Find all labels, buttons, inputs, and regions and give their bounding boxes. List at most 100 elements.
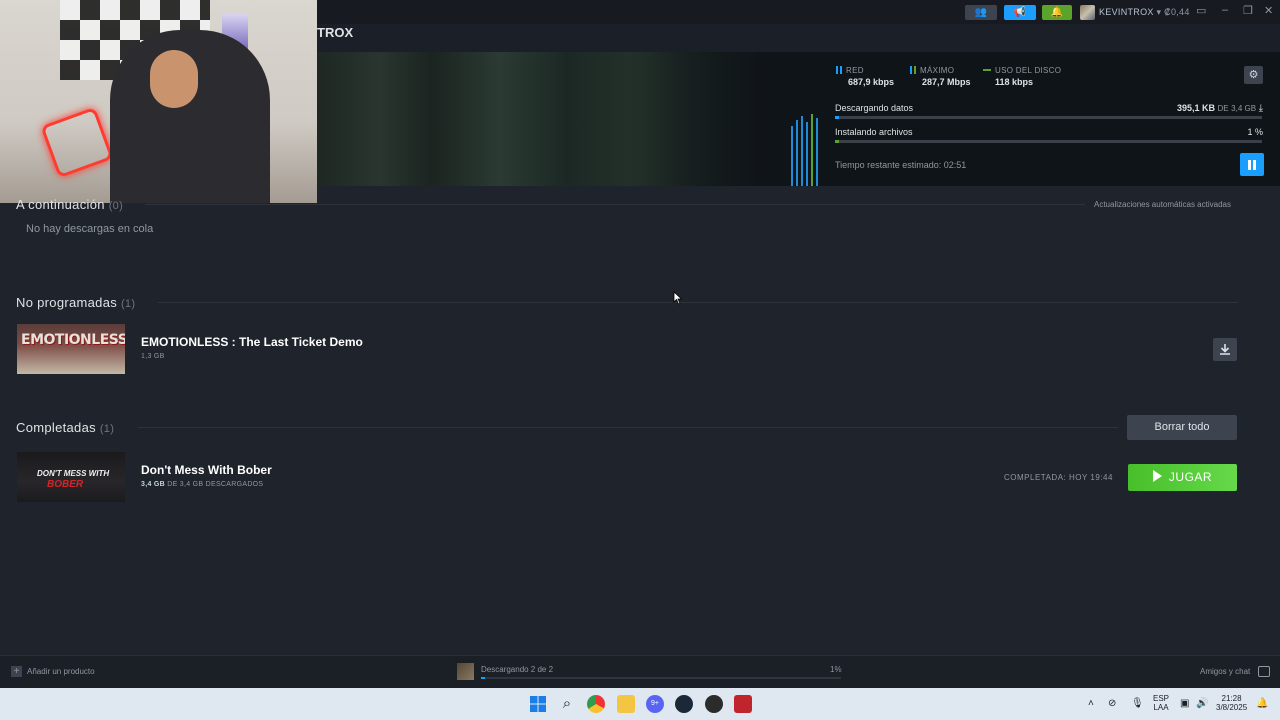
friends-chat-link[interactable]: Amigos y chat [1200,667,1250,676]
microphone-icon[interactable]: 🎙 [1131,698,1144,709]
discord-icon[interactable]: 9+ [646,695,664,713]
thumbnail-text: EMOTIONLESS [21,332,125,348]
game-size-emotionless: 1,3 GB [141,353,165,360]
stat-network-label: RED [846,66,864,75]
download-arrow-icon: ⤓ [1258,103,1263,114]
clock[interactable]: 21:28 3/8/2025 [1216,694,1247,712]
announcements-button[interactable]: 📢 [1004,5,1036,20]
download-header [317,52,1280,186]
close-icon[interactable]: ✕ [1264,4,1273,17]
keyboard-layout: LAA [1153,703,1169,712]
size-done: 3,4 GB [141,481,165,488]
game-title-emotionless[interactable]: EMOTIONLESS : The Last Ticket Demo [141,335,363,349]
game-size-bober: 3,4 GB DE 3,4 GB DESCARGADOS [141,481,263,488]
auto-updates-text[interactable]: Actualizaciones automáticas activadas [1094,200,1231,209]
install-progress-bar [835,140,1262,143]
gear-icon: ⚙ [1248,69,1259,81]
stat-peak-value: 287,7 Mbps [922,77,971,87]
game-thumbnail-emotionless[interactable]: EMOTIONLESS [17,324,125,374]
download-button[interactable] [1213,338,1237,361]
queue-empty-text: No hay descargas en cola [26,223,154,235]
display-icon[interactable]: ▣ [1180,698,1189,709]
thumbnail-text: BOBER [47,479,84,490]
obs-icon[interactable] [705,695,723,713]
completed-title: Completadas (1) [16,420,114,435]
plus-icon[interactable]: + [11,666,22,677]
wallet-balance: ₡0,44 [1164,7,1190,17]
of-label: DE [1217,104,1229,113]
friends-activity-button[interactable]: 👥 [965,5,997,20]
app-icon[interactable] [734,695,752,713]
webcam-overlay [0,0,317,203]
network-tray-icon[interactable]: ⊘ [1108,698,1116,709]
stat-disk: USO DEL DISCO 118 kbps [983,66,1061,87]
game-title-bober[interactable]: Don't Mess With Bober [141,463,272,477]
pause-button[interactable] [1240,153,1264,176]
footer-download-status[interactable]: Descargando 2 de 2 [481,665,553,674]
stat-disk-value: 118 kbps [995,77,1034,87]
clock-time: 21:28 [1221,694,1242,703]
language-code: ESP [1153,694,1170,703]
install-percent: 1 % [1247,127,1263,137]
chat-icon[interactable] [1258,666,1270,677]
windows-taskbar: ⌕ 9+ ˄ ⊘ 🎙 ESP LAA ▣ 🔊 21:28 3/8/2025 🔔 [0,688,1280,720]
download-progress-bar [835,116,1262,119]
play-button[interactable]: JUGAR [1128,464,1237,491]
add-product-link[interactable]: Añadir un producto [27,667,95,676]
stat-network-value: 687,9 kbps [848,77,895,87]
divider [138,427,1118,428]
neon-sign [40,106,114,179]
chevron-up-icon[interactable]: ˄ [1088,698,1094,709]
megaphone-icon: 📢 [1013,7,1027,18]
search-icon[interactable]: ⌕ [558,695,576,713]
network-icon [836,66,842,74]
download-progress-fill [835,116,840,119]
graph-bar [811,114,813,186]
footer-download-percent: 1% [830,665,842,674]
graph-bar [806,122,808,186]
chrome-icon[interactable] [587,695,605,713]
clear-all-button[interactable]: Borrar todo [1127,415,1237,440]
volume-icon[interactable]: 🔊 [1196,698,1208,709]
completed-count: (1) [99,423,115,435]
downloaded-amount: 395,1 KB [1176,103,1215,113]
file-explorer-icon[interactable] [617,695,635,713]
maximize-icon[interactable]: ❐ [1243,4,1253,17]
big-picture-icon[interactable]: ▭ [1196,4,1206,17]
disk-icon [983,69,991,71]
account-menu[interactable]: KEVINTROX ▾ ₡0,44 [1099,7,1190,18]
username-label: KEVINTROX [1099,7,1154,17]
peak-icon [910,66,916,74]
clock-date: 3/8/2025 [1216,703,1248,712]
bell-icon: 🔔 [1050,7,1064,18]
install-progress-fill [835,140,840,143]
streamer-face [150,50,198,108]
steam-icon[interactable] [675,695,693,713]
footer-progress-fill [481,677,485,679]
language-indicator[interactable]: ESP LAA [1153,694,1169,712]
footer-game-thumbnail[interactable] [457,663,474,680]
notifications-button[interactable]: 🔔 [1042,5,1072,20]
play-icon [1152,470,1162,482]
title-strip [317,24,1280,52]
minimize-icon[interactable]: – [1222,4,1228,16]
completed-title-text: Completadas [16,420,96,435]
stat-peak-label: MÁXIMO [920,66,955,75]
graph-bar [801,116,803,186]
thumbnail-text: DON'T MESS WITH [37,469,110,478]
unscheduled-title-text: No programadas [16,295,118,310]
download-size: 395,1 KB DE 3,4 GB ⤓ [1177,103,1263,114]
play-label: JUGAR [1168,470,1213,484]
eta-text: Tiempo restante estimado: 02:51 [835,160,967,170]
notification-bell-icon[interactable]: 🔔 [1256,698,1268,709]
avatar[interactable] [1080,5,1095,20]
settings-gear-button[interactable]: ⚙ [1244,66,1263,84]
windows-start-icon[interactable] [529,695,547,713]
completed-status: COMPLETADA: HOY 19:44 [1004,473,1113,482]
divider [158,302,1238,303]
graph-bar [796,120,798,186]
downloading-label: Descargando datos [835,103,914,113]
installing-label: Instalando archivos [835,127,913,137]
game-thumbnail-bober[interactable]: DON'T MESS WITH BOBER [17,452,125,502]
total-size: 3,4 GB [1231,104,1257,113]
